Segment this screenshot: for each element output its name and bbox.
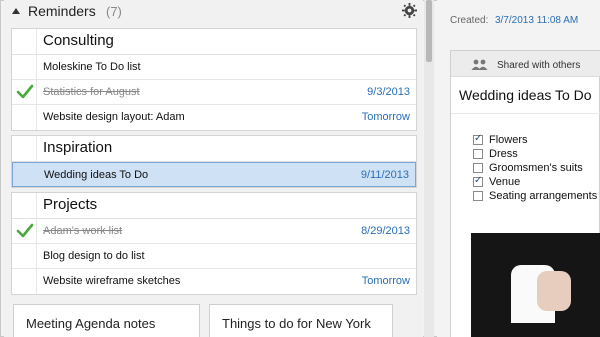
item-due-date: 9/11/2013 [360,169,409,181]
list-item[interactable]: Adam's work list 8/29/2013 [12,219,416,244]
list-item[interactable]: Statistics for August 9/3/2013 [12,80,416,105]
shared-bar[interactable]: Shared with others [451,51,600,77]
item-due-date: 9/3/2013 [367,86,410,98]
reminders-panel: Reminders (7) Consulting Moleskine To Do… [4,0,423,337]
item-name: Moleskine To Do list [43,61,141,73]
gear-icon[interactable] [402,3,417,18]
item-due-date: Tomorrow [361,275,410,287]
checkmark-icon[interactable] [16,223,34,239]
scrollbar[interactable] [424,0,434,337]
item-name: Adam's work list [43,225,123,237]
group-title: Inspiration [43,139,113,156]
reminders-title: Reminders [28,3,96,19]
note-card[interactable]: Meeting Agenda notes [13,304,200,337]
item-name: Website wireframe sketches [43,275,181,287]
checklist-item-text: Venue [489,176,521,188]
list-item[interactable]: Blog design to do list [12,244,416,269]
group-consulting: Consulting Moleskine To Do list Statisti… [11,28,417,131]
reminders-header: Reminders (7) [4,0,423,26]
checklist-item-text: Flowers [489,134,528,146]
group-header[interactable]: Projects [12,193,416,219]
item-name: Wedding ideas To Do [44,169,149,181]
item-name: Website design layout: Adam [43,111,185,123]
note-card-title: Meeting Agenda notes [26,316,156,331]
item-name: Blog design to do list [43,250,145,262]
note-detail-panel: Created: 3/7/2013 11:08 AM Shared with o… [437,0,600,337]
list-item-selected[interactable]: Wedding ideas To Do 9/11/2013 [12,162,416,187]
list-item[interactable]: Moleskine To Do list [12,55,416,80]
group-header[interactable]: Consulting [12,29,416,55]
checkbox-checked[interactable] [473,175,483,187]
checklist-item-text: Groomsmen's suits [489,162,583,174]
checkmark-icon[interactable] [16,84,34,100]
item-due-date: Tomorrow [361,111,410,123]
checkbox[interactable] [473,163,483,173]
note-photo [471,233,600,337]
note-detail-card: Shared with others Wedding ideas To Do F… [450,50,600,337]
reminders-count: (7) [106,4,122,19]
group-inspiration: Inspiration Wedding ideas To Do 9/11/201… [11,135,417,188]
scrollbar-thumb[interactable] [426,0,432,62]
group-title: Projects [43,196,98,213]
checkbox-checked[interactable] [473,133,483,145]
group-projects: Projects Adam's work list 8/29/2013 Blog… [11,192,417,295]
created-label: Created: [450,15,489,26]
note-card[interactable]: Things to do for New York [209,304,393,337]
shared-label: Shared with others [497,60,581,71]
created-date: 3/7/2013 11:08 AM [495,15,579,26]
checklist-item-text: Seating arrangements [489,190,598,202]
item-name: Statistics for August [43,86,140,98]
note-title: Wedding ideas To Do [459,87,592,103]
list-item[interactable]: Website wireframe sketches Tomorrow [12,269,416,294]
collapse-arrow-icon[interactable] [12,8,20,14]
people-icon [471,59,488,70]
hand-shape [537,271,571,311]
list-item[interactable]: Website design layout: Adam Tomorrow [12,105,416,130]
checkbox[interactable] [473,191,483,201]
group-title: Consulting [43,32,114,49]
group-header[interactable]: Inspiration [12,136,416,162]
checkbox[interactable] [473,149,483,159]
divider [451,113,600,114]
note-card-title: Things to do for New York [222,316,371,331]
checklist-item-text: Dress [489,148,518,160]
item-due-date: 8/29/2013 [361,225,410,237]
